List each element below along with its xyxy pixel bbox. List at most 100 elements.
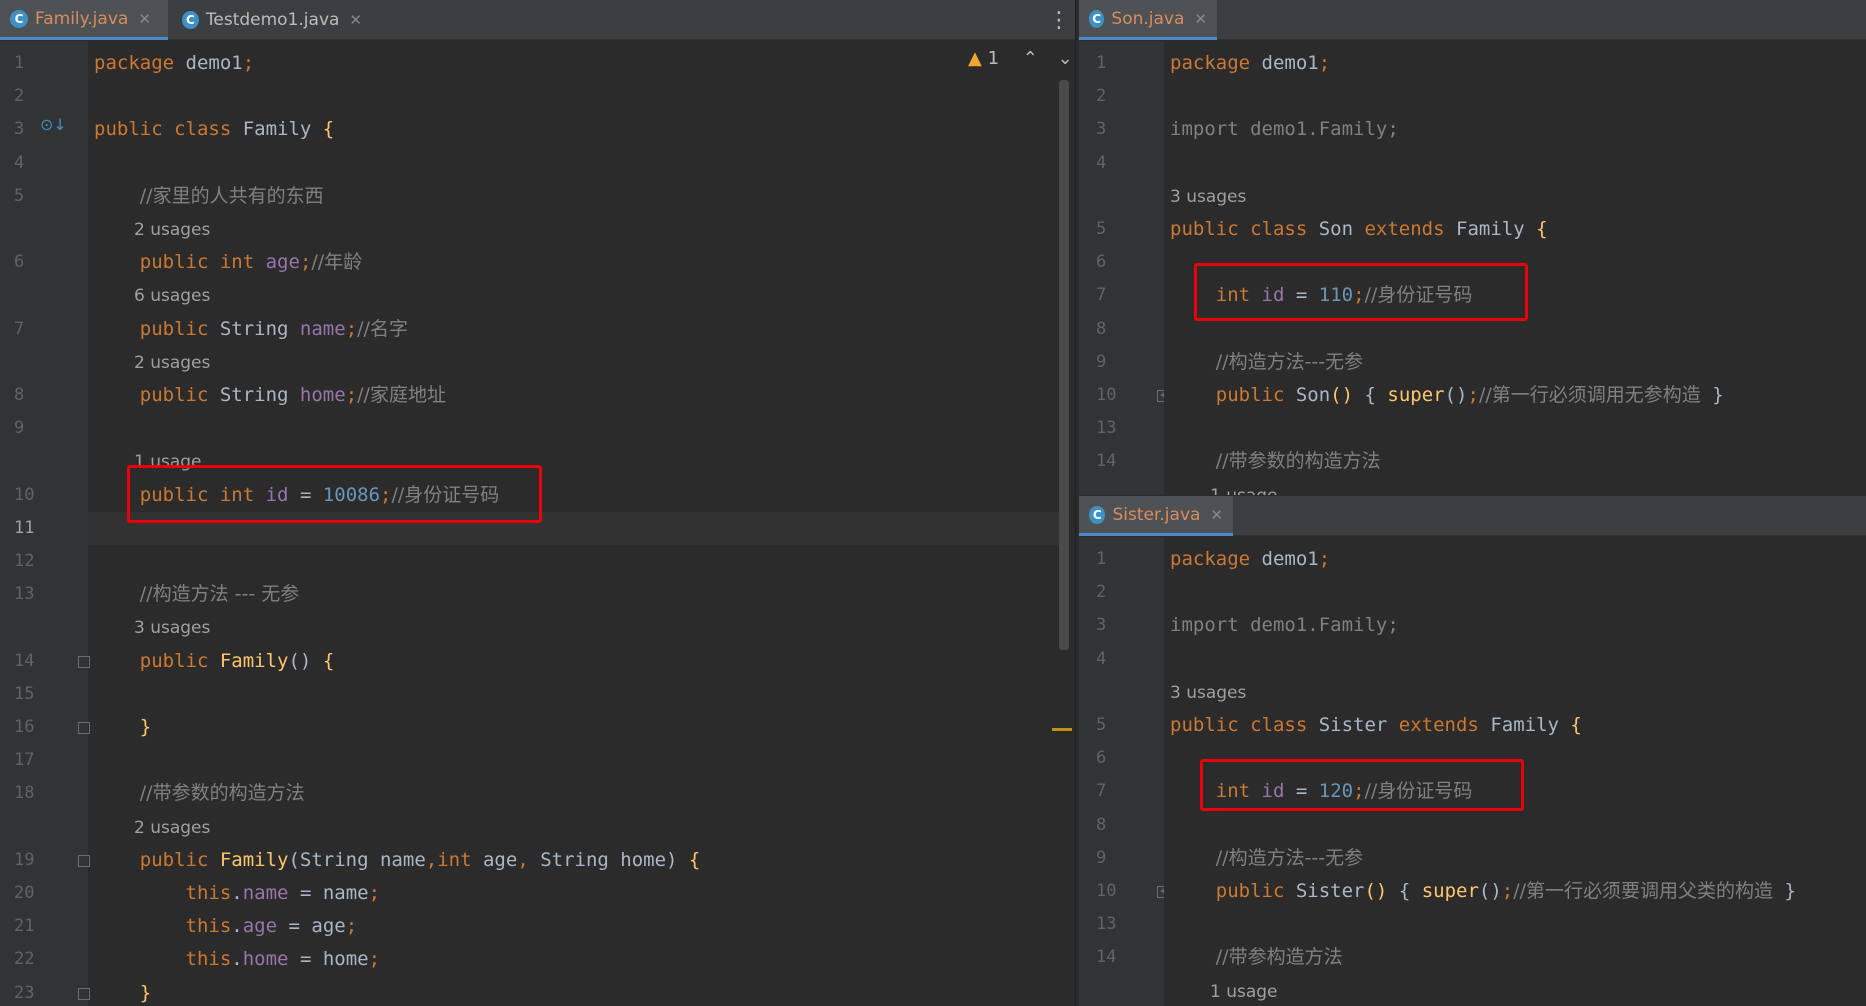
code-line[interactable]: } xyxy=(88,711,1060,744)
fold-marker-icon[interactable]: + xyxy=(1157,390,1164,402)
line-number: 2 xyxy=(1096,86,1107,107)
code-line[interactable] xyxy=(1164,576,1866,609)
code-token: Family xyxy=(219,848,289,871)
usages-hint[interactable]: 3 usages xyxy=(88,611,1060,644)
code-token: { xyxy=(688,848,701,871)
line-number: 17 xyxy=(14,750,35,771)
code-line[interactable]: } xyxy=(88,977,1060,1006)
code-line[interactable]: package demo1; xyxy=(88,47,1060,80)
code-line[interactable] xyxy=(1164,643,1866,676)
code-line[interactable]: public String name;//名字 xyxy=(88,313,1060,346)
tab-label: Sister.java xyxy=(1112,504,1201,525)
code-token: age xyxy=(242,915,278,938)
fold-marker-icon[interactable] xyxy=(78,854,90,867)
code-line[interactable]: public Son() { super();//第一行必须调用无参构造 } xyxy=(1164,379,1866,412)
code-line[interactable]: public class Family { xyxy=(88,113,1060,146)
code-line[interactable] xyxy=(1164,147,1866,180)
code-token: { xyxy=(1353,384,1388,406)
code-token: Family xyxy=(1490,714,1571,736)
tab-testdemo1-java[interactable]: C Testdemo1.java ✕ xyxy=(172,0,372,40)
code-token: public xyxy=(139,649,220,672)
code-line[interactable] xyxy=(88,744,1060,777)
code-line[interactable]: this.name = name; xyxy=(88,877,1060,910)
tab-son-java[interactable]: C Son.java ✕ xyxy=(1079,0,1217,40)
code-line[interactable] xyxy=(88,147,1060,180)
code-line[interactable]: this.age = age; xyxy=(88,910,1060,943)
usages-hint[interactable]: 2 usages xyxy=(88,811,1060,844)
usages-hint[interactable]: 2 usages xyxy=(88,213,1060,246)
code-line[interactable]: //构造方法 --- 无参 xyxy=(88,578,1060,611)
line-number: 4 xyxy=(1096,152,1107,173)
line-number: 2 xyxy=(1096,582,1107,603)
code-line[interactable]: public class Son extends Family { xyxy=(1164,213,1866,246)
usages-hint[interactable]: 3 usages xyxy=(1164,180,1866,213)
error-stripe-marker[interactable] xyxy=(1052,728,1072,731)
code-line[interactable]: package demo1; xyxy=(1164,543,1866,576)
more-vertical-icon[interactable]: ⋮ xyxy=(1048,8,1070,33)
code-line[interactable] xyxy=(88,545,1060,578)
code-line[interactable] xyxy=(88,80,1060,113)
code-token: demo1 xyxy=(185,52,243,74)
usages-hint-text: 2 usages xyxy=(134,817,211,838)
tab-sister-java[interactable]: C Sister.java ✕ xyxy=(1079,496,1233,536)
code-token: String xyxy=(219,384,300,406)
code-line[interactable]: public Sister() { super();//第一行必须要调用父类的构… xyxy=(1164,875,1866,908)
java-class-icon: C xyxy=(10,9,28,28)
code-line[interactable]: public Family(String name,int age, Strin… xyxy=(88,844,1060,877)
close-icon[interactable]: ✕ xyxy=(1210,506,1223,524)
code-line[interactable]: //构造方法---无参 xyxy=(1164,346,1866,379)
family-editor[interactable]: package demo1; public class Family { //家里… xyxy=(88,41,1060,1006)
code-line[interactable]: import demo1.Family; xyxy=(1164,609,1866,642)
usages-hint[interactable]: 2 usages xyxy=(88,346,1060,379)
code-line[interactable] xyxy=(1164,80,1866,113)
close-icon[interactable]: ✕ xyxy=(138,10,151,28)
code-line[interactable] xyxy=(88,678,1060,711)
fold-marker-icon[interactable]: + xyxy=(1157,886,1164,898)
code-token: Son xyxy=(1295,384,1331,406)
breakpoint-icon[interactable]: ⊙↓ xyxy=(40,115,67,134)
code-token: ; xyxy=(299,251,312,274)
code-line[interactable] xyxy=(88,412,1060,445)
inspection-widget[interactable]: ▲ 1 ⌃ ⌄ xyxy=(968,48,1073,69)
usages-hint[interactable]: 6 usages xyxy=(88,279,1060,312)
code-line[interactable]: import demo1.Family; xyxy=(1164,113,1866,146)
code-line[interactable]: package demo1; xyxy=(1164,47,1866,80)
line-number: 13 xyxy=(1096,914,1117,935)
code-line[interactable]: public Family() { xyxy=(88,645,1060,678)
fold-marker-icon[interactable] xyxy=(78,722,90,734)
code-line[interactable] xyxy=(1164,412,1866,445)
code-line[interactable]: //带参数的构造方法 xyxy=(1164,445,1866,478)
close-icon[interactable]: ✕ xyxy=(1194,10,1207,28)
usages-hint[interactable]: 1 usage xyxy=(1164,479,1866,495)
code-token: public xyxy=(139,384,220,406)
code-line[interactable]: //构造方法---无参 xyxy=(1164,842,1866,875)
code-line[interactable] xyxy=(1164,908,1866,941)
fold-marker-icon[interactable] xyxy=(78,655,90,668)
java-class-icon: C xyxy=(1089,9,1105,28)
chevron-up-icon[interactable]: ⌃ xyxy=(1023,48,1038,69)
code-line[interactable]: //带参数的构造方法 xyxy=(88,777,1060,810)
fold-marker-icon[interactable] xyxy=(78,987,90,1000)
vertical-scrollbar[interactable] xyxy=(1059,80,1069,650)
code-token: //家里的人共有的东西 xyxy=(139,184,324,207)
code-token: , xyxy=(425,848,438,871)
usages-hint[interactable]: 3 usages xyxy=(1164,676,1866,709)
chevron-down-icon[interactable]: ⌄ xyxy=(1058,48,1073,69)
code-token: ; xyxy=(368,948,381,971)
tab-family-java[interactable]: C Family.java ✕ xyxy=(0,0,168,40)
close-icon[interactable]: ✕ xyxy=(349,11,362,29)
code-line[interactable]: this.home = home; xyxy=(88,943,1060,976)
usages-hint[interactable]: 1 usage xyxy=(1164,975,1866,1006)
code-line[interactable]: public class Sister extends Family { xyxy=(1164,709,1866,742)
code-line[interactable]: public int age;//年龄 xyxy=(88,246,1060,279)
code-line[interactable]: //家里的人共有的东西 xyxy=(88,180,1060,213)
code-line[interactable] xyxy=(1164,809,1866,842)
code-line[interactable]: public String home;//家庭地址 xyxy=(88,379,1060,412)
code-line[interactable]: //带参构造方法 xyxy=(1164,941,1866,974)
code-token: { xyxy=(1570,714,1582,736)
